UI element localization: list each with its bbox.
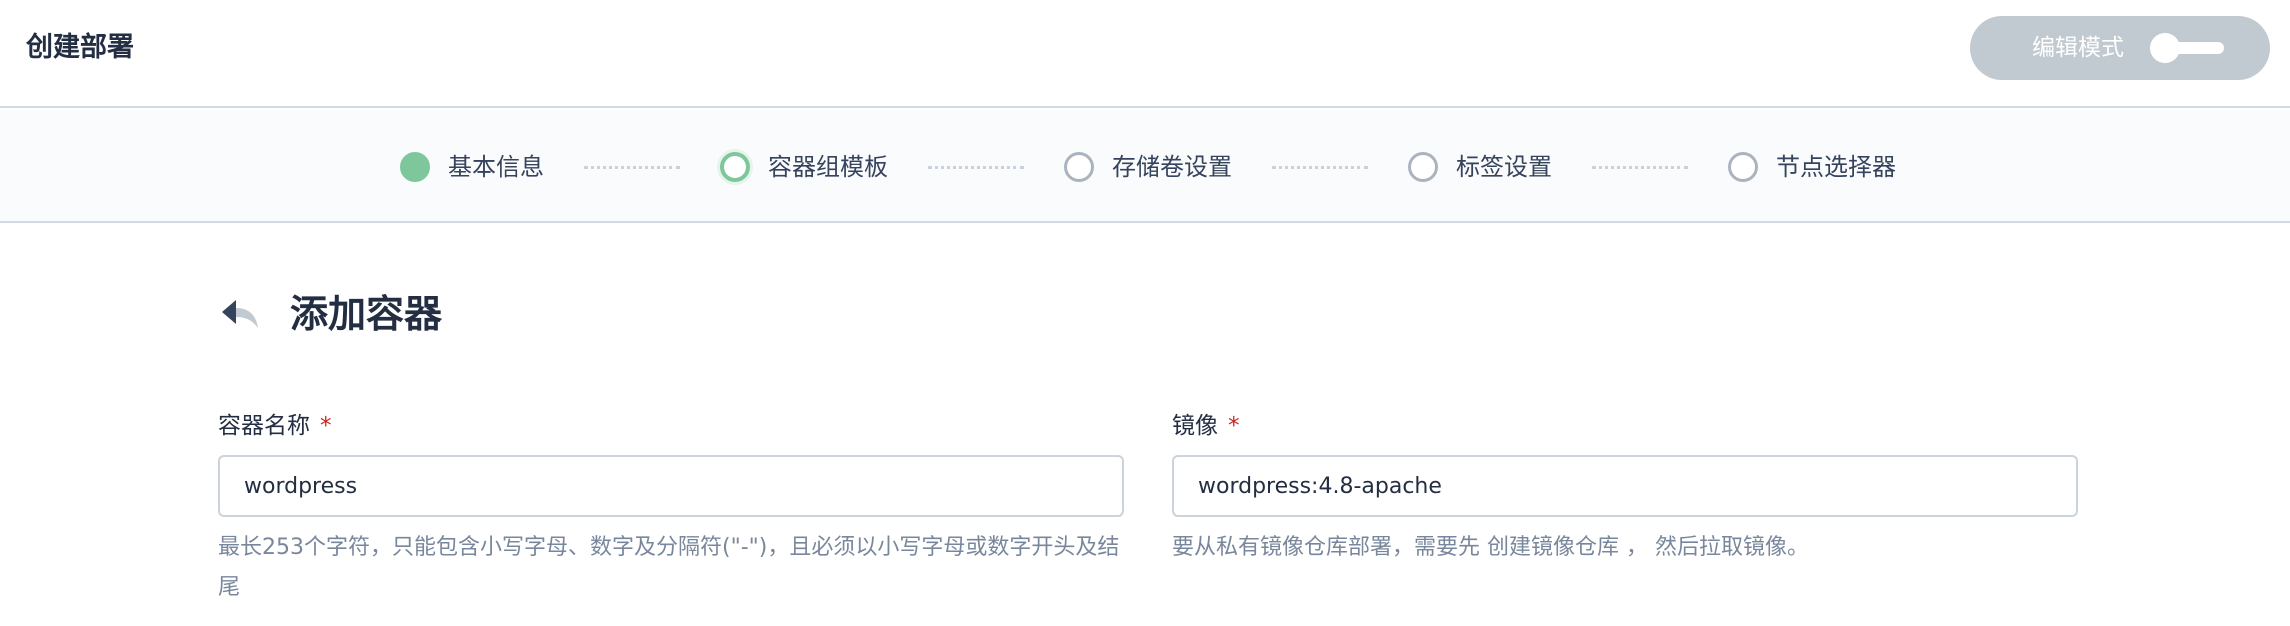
steps-bar: 基本信息 容器组模板 存储卷设置 标签设置 节点选择器	[0, 110, 2290, 223]
container-name-label: 容器名称 *	[218, 410, 332, 442]
step-pending-icon	[1408, 152, 1438, 182]
edit-mode-switch-knob[interactable]	[2150, 33, 2180, 63]
step-separator	[928, 166, 1024, 169]
image-label: 镜像 *	[1172, 410, 1240, 442]
image-label-text: 镜像	[1172, 413, 1218, 439]
step-separator	[1272, 166, 1368, 169]
step-label: 标签设置	[1456, 153, 1552, 181]
step-separator	[584, 166, 680, 169]
required-mark: *	[320, 413, 332, 439]
step-separator	[1592, 166, 1688, 169]
page-title: 创建部署	[26, 32, 134, 63]
page-header: 创建部署 编辑模式	[0, 0, 2290, 108]
image-description: 要从私有镜像仓库部署，需要先 创建镜像仓库 ， 然后拉取镜像。	[1172, 535, 1809, 560]
section-title: 添加容器	[290, 292, 443, 336]
required-mark: *	[1228, 413, 1240, 439]
step-done-icon	[400, 152, 430, 182]
step-label: 基本信息	[448, 153, 544, 181]
back-icon[interactable]	[220, 296, 262, 332]
edit-mode-toggle[interactable]: 编辑模式	[1970, 16, 2270, 80]
step-pending-icon	[1064, 152, 1094, 182]
container-name-description: 最长253个字符，只能包含小写字母、数字及分隔符("-")，且必须以小写字母或数…	[218, 535, 1120, 600]
image-input[interactable]	[1172, 455, 2078, 517]
step-label: 节点选择器	[1776, 153, 1896, 181]
step-active-icon	[720, 152, 750, 182]
step-label: 容器组模板	[768, 153, 888, 181]
step-label: 存储卷设置	[1112, 153, 1232, 181]
step-pending-icon	[1728, 152, 1758, 182]
container-name-input[interactable]	[218, 455, 1124, 517]
edit-mode-label: 编辑模式	[2032, 35, 2124, 61]
container-name-label-text: 容器名称	[218, 413, 310, 439]
